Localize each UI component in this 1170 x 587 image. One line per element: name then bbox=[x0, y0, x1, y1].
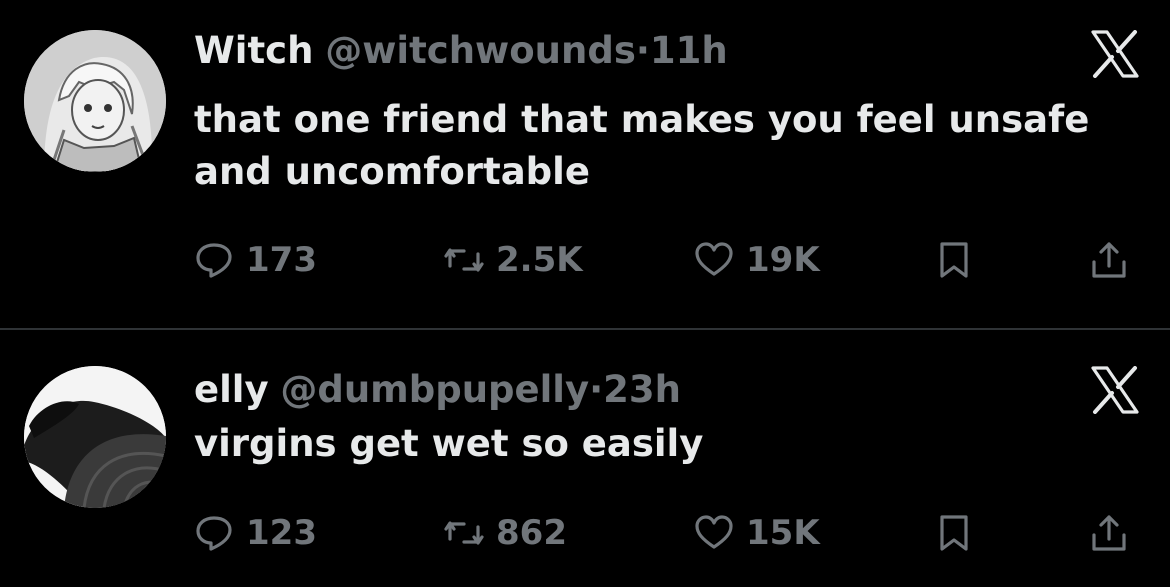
avatar-illustration bbox=[24, 366, 166, 508]
share-icon bbox=[1092, 242, 1126, 278]
retweet-count: 2.5K bbox=[496, 240, 583, 280]
separator-dot: · bbox=[635, 29, 650, 72]
display-name[interactable]: elly bbox=[194, 368, 269, 411]
heart-icon bbox=[695, 515, 733, 549]
share-icon bbox=[1092, 515, 1126, 551]
bookmark-icon bbox=[940, 515, 968, 551]
reply-icon bbox=[196, 516, 232, 551]
action-bar: 123 862 15K bbox=[194, 509, 1144, 557]
heart-icon bbox=[695, 242, 733, 276]
tweet-header: elly @dumbpupelly·23h bbox=[194, 366, 681, 414]
tweet-text: virgins get wet so easily bbox=[194, 422, 704, 465]
reply-button[interactable]: 123 bbox=[194, 509, 317, 557]
tweet-card[interactable]: Witch @witchwounds·11h that one friend t… bbox=[0, 0, 1170, 328]
retweet-icon bbox=[444, 521, 484, 545]
retweet-count: 862 bbox=[496, 513, 567, 553]
separator-dot: · bbox=[589, 368, 604, 411]
timestamp[interactable]: 11h bbox=[650, 29, 728, 72]
share-button[interactable] bbox=[1089, 236, 1129, 284]
share-button[interactable] bbox=[1089, 509, 1129, 557]
x-logo-icon bbox=[1090, 366, 1140, 414]
action-bar: 173 2.5K 19K bbox=[194, 236, 1144, 284]
like-button[interactable]: 15K bbox=[694, 509, 820, 557]
bookmark-button[interactable] bbox=[934, 509, 974, 557]
tweet-text: that one friend that makes you feel unsa… bbox=[194, 98, 1090, 193]
display-name[interactable]: Witch bbox=[194, 29, 313, 72]
tweet-card[interactable]: elly @dumbpupelly·23h virgins get wet so… bbox=[0, 330, 1170, 587]
reply-count: 173 bbox=[246, 240, 317, 280]
retweet-icon bbox=[444, 248, 484, 272]
bookmark-icon bbox=[940, 242, 968, 278]
avatar[interactable] bbox=[24, 30, 166, 172]
reply-count: 123 bbox=[246, 513, 317, 553]
avatar-illustration bbox=[24, 30, 166, 172]
tweet-header: Witch @witchwounds·11h bbox=[194, 27, 728, 75]
like-count: 19K bbox=[746, 240, 820, 280]
avatar[interactable] bbox=[24, 366, 166, 508]
x-logo-icon bbox=[1090, 30, 1140, 78]
user-handle[interactable]: @dumbpupelly bbox=[280, 368, 589, 411]
retweet-button[interactable]: 862 bbox=[444, 509, 567, 557]
reply-button[interactable]: 173 bbox=[194, 236, 317, 284]
like-count: 15K bbox=[746, 513, 820, 553]
like-button[interactable]: 19K bbox=[694, 236, 820, 284]
bookmark-button[interactable] bbox=[934, 236, 974, 284]
reply-icon bbox=[196, 243, 232, 278]
user-handle[interactable]: @witchwounds bbox=[325, 29, 636, 72]
timestamp[interactable]: 23h bbox=[603, 368, 681, 411]
retweet-button[interactable]: 2.5K bbox=[444, 236, 583, 284]
